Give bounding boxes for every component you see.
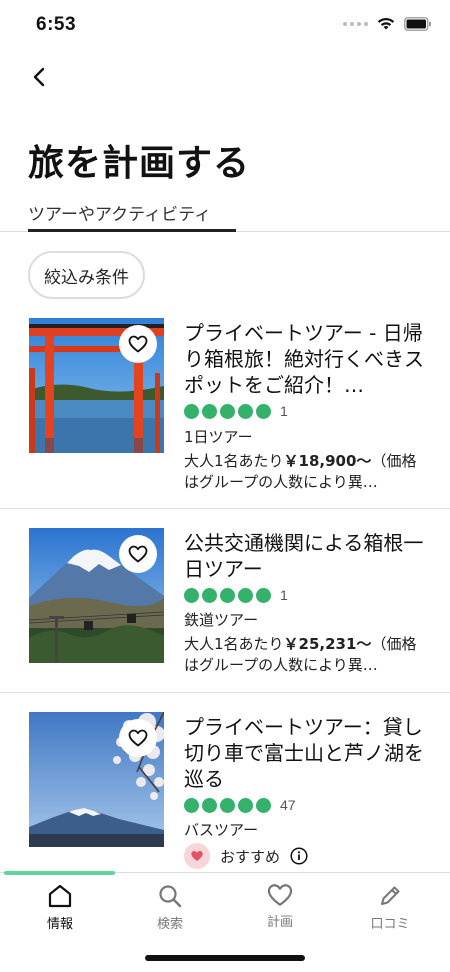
active-tab-indicator: [4, 871, 115, 875]
review-count: 1: [280, 587, 288, 603]
rating-bubble-icon: [220, 403, 235, 419]
rating-bubble-icon: [202, 403, 217, 419]
pencil-icon: [381, 886, 400, 905]
home-icon: [48, 884, 72, 908]
price-value: ￥18,900～: [283, 452, 372, 470]
tour-price: 大人1名あたり￥18,900～（価格はグループの人数により異…: [184, 451, 429, 493]
recommend-heart-icon: [184, 843, 210, 869]
price-prefix: 大人1名あたり: [184, 635, 284, 653]
tour-image: [29, 528, 164, 663]
save-heart-button[interactable]: [119, 535, 157, 573]
tour-image: [29, 318, 164, 453]
rating-bubble-icon: [220, 587, 235, 603]
search-icon: [159, 885, 182, 908]
price-value: ￥25,231～: [283, 635, 372, 653]
rating-bubble-icon: [184, 403, 199, 419]
rating-bubble-icon: [256, 587, 271, 603]
tab-bar: ツアーやアクティビティ: [0, 196, 450, 232]
divider: [0, 692, 450, 693]
review-count: 47: [280, 797, 296, 813]
rating-bubble-icon: [238, 797, 253, 813]
nav-item-info[interactable]: 情報: [4, 883, 116, 932]
heart-outline-icon: [128, 729, 148, 747]
info-icon[interactable]: [290, 847, 308, 865]
rating-bubble-icon: [202, 587, 217, 603]
rating: 1: [184, 403, 288, 419]
heart-outline-icon: [128, 545, 148, 563]
status-time: 6:53: [36, 14, 77, 35]
page-title: 旅を計画する: [28, 143, 251, 184]
battery-icon: [404, 16, 431, 31]
signal-icon: [343, 21, 368, 26]
nav-item-plan[interactable]: 計画: [224, 883, 336, 930]
rating-bubble-icon: [256, 403, 271, 419]
nav-label: 口コミ: [370, 917, 410, 932]
rating-bubble-icon: [184, 797, 199, 813]
nav-item-search[interactable]: 検索: [114, 883, 226, 932]
rating-bubble-icon: [220, 797, 235, 813]
recommend-label: おすすめ: [220, 847, 281, 866]
price-prefix: 大人1名あたり: [184, 452, 284, 470]
status-bar: 6:53: [0, 0, 450, 50]
tab-tours-activities[interactable]: ツアーやアクティビティ: [28, 196, 236, 232]
home-indicator: [145, 955, 305, 961]
tour-category: バスツアー: [184, 821, 259, 839]
wifi-icon: [377, 17, 395, 30]
nav-label: 計画: [266, 915, 293, 930]
tour-title[interactable]: プライベートツアー - 日帰り箱根旅！絶対行くべきスポットをご紹介！…: [184, 320, 429, 398]
tour-image: [29, 712, 164, 847]
filter-button[interactable]: 絞込み条件: [28, 251, 145, 299]
chevron-left-icon: [33, 67, 45, 87]
rating-bubble-icon: [202, 797, 217, 813]
save-heart-button[interactable]: [119, 325, 157, 363]
tour-category: 1日ツアー: [184, 428, 253, 446]
tour-category: 鉄道ツアー: [184, 611, 259, 629]
save-heart-button[interactable]: [119, 719, 157, 757]
rating: 1: [184, 587, 288, 603]
divider: [0, 508, 450, 509]
recommend-row: おすすめ: [184, 843, 308, 869]
tour-title[interactable]: 公共交通機関による箱根一日ツアー: [184, 530, 429, 582]
rating-bubble-icon: [184, 587, 199, 603]
nav-item-reviews[interactable]: 口コミ: [334, 883, 446, 932]
nav-label: 情報: [46, 917, 73, 932]
tour-price: 大人1名あたり￥25,231～（価格はグループの人数により異…: [184, 634, 429, 676]
heart-icon: [267, 884, 293, 906]
rating-bubble-icon: [238, 403, 253, 419]
rating-bubble-icon: [238, 587, 253, 603]
rating: 47: [184, 797, 296, 813]
rating-bubble-icon: [256, 797, 271, 813]
nav-label: 検索: [156, 917, 183, 932]
back-button[interactable]: [24, 62, 54, 92]
heart-outline-icon: [128, 335, 148, 353]
review-count: 1: [280, 403, 288, 419]
tour-title[interactable]: プライベートツアー：貸し切り車で富士山と芦ノ湖を巡る: [184, 714, 429, 792]
status-icons: [343, 16, 432, 31]
